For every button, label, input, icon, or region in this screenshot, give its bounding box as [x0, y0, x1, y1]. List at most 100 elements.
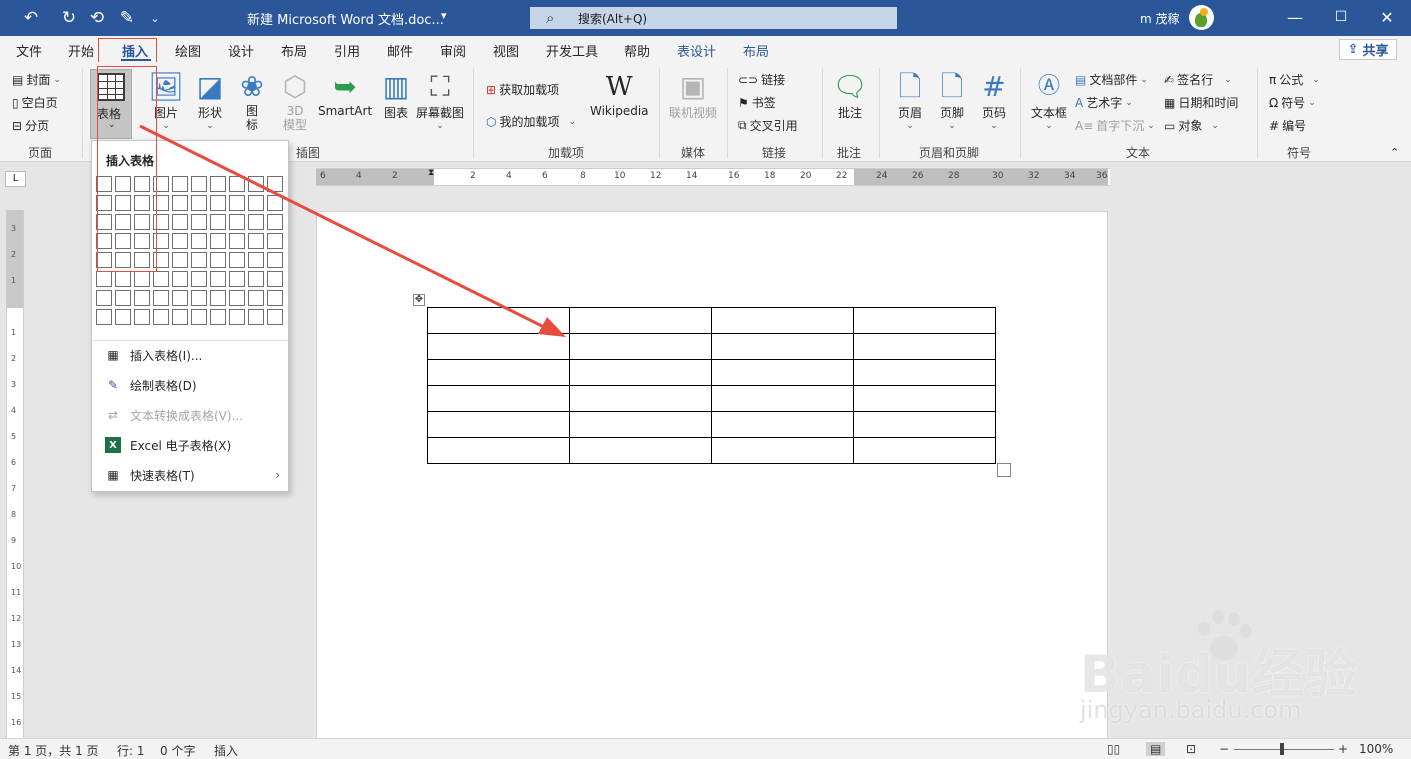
- grid-cell[interactable]: [248, 176, 264, 192]
- picture-button[interactable]: 🖼 图片 ⌄: [148, 70, 184, 132]
- grid-cell[interactable]: [210, 214, 226, 230]
- comment-button[interactable]: 🗨 批注: [832, 70, 868, 121]
- shapes-button[interactable]: ◪ 形状 ⌄: [194, 70, 226, 132]
- grid-cell[interactable]: [115, 195, 131, 211]
- table-move-handle-icon[interactable]: ✥: [413, 294, 425, 306]
- grid-cell[interactable]: [172, 214, 188, 230]
- table-cell[interactable]: [853, 411, 996, 438]
- table-cell[interactable]: [427, 307, 570, 334]
- grid-cell[interactable]: [134, 176, 150, 192]
- table-cell[interactable]: [427, 333, 570, 360]
- grid-cell[interactable]: [134, 290, 150, 306]
- grid-cell[interactable]: [248, 233, 264, 249]
- page-break-button[interactable]: ⊟ 分页: [12, 117, 49, 134]
- grid-cell[interactable]: [134, 252, 150, 268]
- symbol-button[interactable]: Ω 符号 ⌄: [1269, 94, 1316, 111]
- grid-cell[interactable]: [267, 176, 283, 192]
- grid-cell[interactable]: [153, 252, 169, 268]
- wordart-button[interactable]: A 艺术字 ⌄: [1075, 94, 1133, 111]
- grid-cell[interactable]: [153, 195, 169, 211]
- table-cell[interactable]: [427, 437, 570, 464]
- table-cell[interactable]: [711, 411, 854, 438]
- textbox-button[interactable]: Ⓐ 文本框 ⌄: [1031, 70, 1067, 132]
- grid-cell[interactable]: [115, 176, 131, 192]
- indent-marker-icon[interactable]: ⧗: [428, 168, 434, 178]
- tab-file[interactable]: 文件: [16, 41, 42, 60]
- grid-cell[interactable]: [248, 214, 264, 230]
- tab-references[interactable]: 引用: [334, 41, 360, 60]
- table-resize-handle[interactable]: [997, 463, 1011, 477]
- grid-cell[interactable]: [172, 195, 188, 211]
- zoom-slider-thumb[interactable]: [1280, 743, 1284, 755]
- grid-cell[interactable]: [153, 214, 169, 230]
- tab-draw[interactable]: 绘图: [175, 41, 201, 60]
- tab-selector[interactable]: L: [5, 171, 26, 187]
- grid-cell[interactable]: [96, 290, 112, 306]
- grid-cell[interactable]: [229, 176, 245, 192]
- zoom-in-icon[interactable]: +: [1338, 742, 1348, 756]
- zoom-slider[interactable]: [1234, 749, 1334, 750]
- grid-cell[interactable]: [134, 214, 150, 230]
- footer-button[interactable]: 🗋 页脚 ⌄: [936, 70, 968, 132]
- table-cell[interactable]: [569, 333, 712, 360]
- undo-icon[interactable]: ↶: [18, 6, 44, 30]
- table-cell[interactable]: [569, 411, 712, 438]
- table-size-grid[interactable]: [96, 176, 283, 325]
- tab-home[interactable]: 开始: [68, 41, 94, 60]
- grid-cell[interactable]: [267, 252, 283, 268]
- cross-reference-button[interactable]: ⧉ 交叉引用: [738, 117, 798, 134]
- document-page[interactable]: [316, 211, 1108, 741]
- wikipedia-button[interactable]: W Wikipedia: [590, 70, 649, 118]
- grid-cell[interactable]: [172, 290, 188, 306]
- table-button[interactable]: 表格 ⌄: [90, 69, 132, 139]
- grid-cell[interactable]: [210, 290, 226, 306]
- tab-table-layout[interactable]: 布局: [743, 41, 769, 60]
- grid-cell[interactable]: [267, 309, 283, 325]
- grid-cell[interactable]: [191, 290, 207, 306]
- grid-cell[interactable]: [248, 271, 264, 287]
- grid-cell[interactable]: [210, 195, 226, 211]
- tab-review[interactable]: 审阅: [440, 41, 466, 60]
- grid-cell[interactable]: [248, 290, 264, 306]
- print-layout-icon[interactable]: ▤: [1146, 742, 1166, 756]
- share-button[interactable]: ⇪ 共享: [1339, 39, 1397, 60]
- table-cell[interactable]: [711, 385, 854, 412]
- table-cell[interactable]: [569, 385, 712, 412]
- header-button[interactable]: 🗋 页眉 ⌄: [894, 70, 926, 132]
- redo-icon[interactable]: ↻: [56, 6, 82, 30]
- grid-cell[interactable]: [267, 271, 283, 287]
- grid-cell[interactable]: [210, 233, 226, 249]
- grid-cell[interactable]: [191, 271, 207, 287]
- grid-cell[interactable]: [115, 233, 131, 249]
- bookmark-button[interactable]: ⚑ 书签: [738, 94, 776, 111]
- insert-mode[interactable]: 插入: [214, 742, 238, 759]
- grid-cell[interactable]: [96, 309, 112, 325]
- grid-cell[interactable]: [191, 252, 207, 268]
- grid-cell[interactable]: [248, 252, 264, 268]
- grid-cell[interactable]: [191, 195, 207, 211]
- table-cell[interactable]: [711, 333, 854, 360]
- tab-developer[interactable]: 开发工具: [546, 41, 598, 60]
- tab-table-design[interactable]: 表设计: [677, 41, 716, 60]
- icons-button[interactable]: ❀ 图标: [236, 70, 268, 133]
- table-cell[interactable]: [427, 385, 570, 412]
- link-button[interactable]: ⊂⊃ 链接: [738, 71, 785, 88]
- search-box[interactable]: ⌕ 搜索(Alt+Q): [530, 7, 897, 29]
- grid-cell[interactable]: [134, 233, 150, 249]
- horizontal-ruler[interactable]: ⧗ 6 4 2 2 4 6 8 10 12 14 16 18 20 22 24 …: [316, 168, 1110, 186]
- number-button[interactable]: # 编号: [1269, 117, 1306, 134]
- grid-cell[interactable]: [267, 290, 283, 306]
- screenshot-button[interactable]: ⛶ 屏幕截图 ⌄: [416, 70, 464, 132]
- grid-cell[interactable]: [210, 176, 226, 192]
- zoom-level[interactable]: 100%: [1359, 742, 1393, 756]
- grid-cell[interactable]: [172, 252, 188, 268]
- grid-cell[interactable]: [115, 214, 131, 230]
- grid-cell[interactable]: [172, 233, 188, 249]
- grid-cell[interactable]: [229, 309, 245, 325]
- equation-button[interactable]: π 公式 ⌄: [1269, 71, 1320, 88]
- grid-cell[interactable]: [229, 214, 245, 230]
- touch-mode-icon[interactable]: ✎: [114, 6, 140, 30]
- grid-cell[interactable]: [134, 309, 150, 325]
- grid-cell[interactable]: [96, 233, 112, 249]
- grid-cell[interactable]: [96, 214, 112, 230]
